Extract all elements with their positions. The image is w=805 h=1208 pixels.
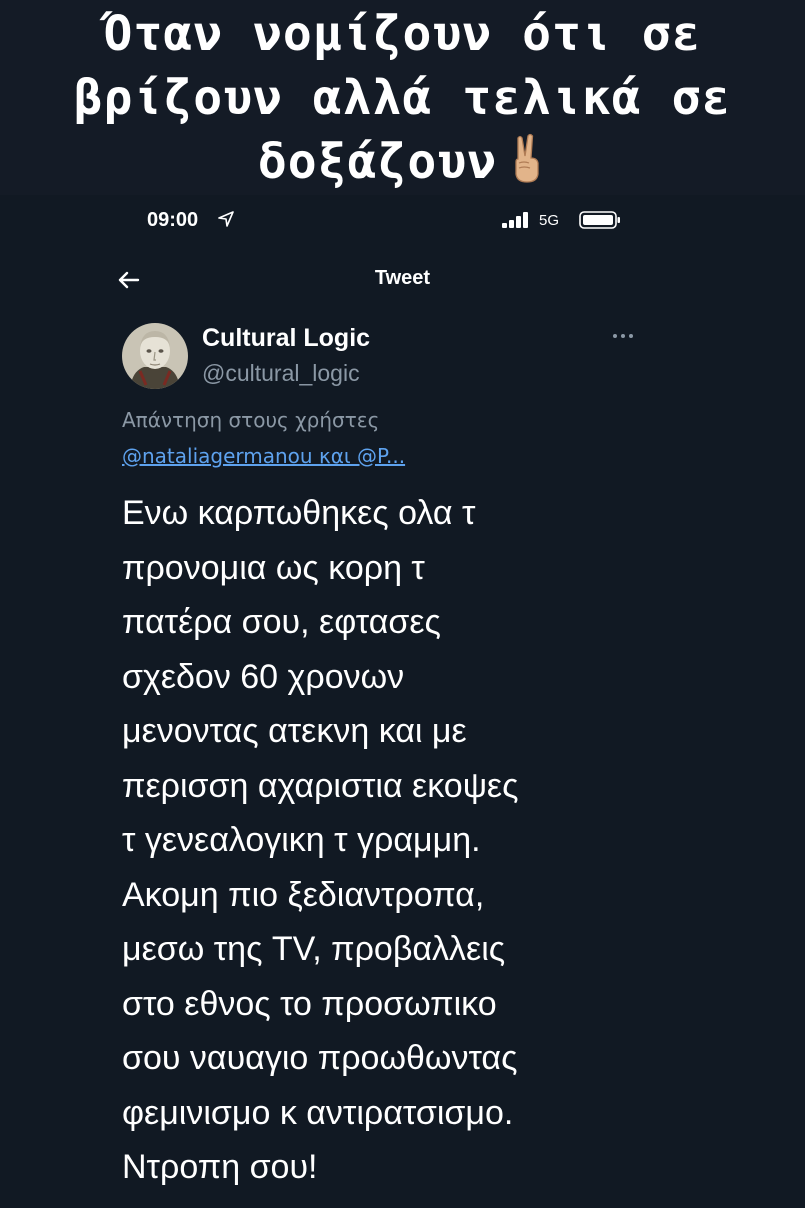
tweet-text: Ενω καρπωθηκες ολα τ προνομια ως κορη τ …	[122, 486, 682, 1195]
location-arrow-icon	[218, 211, 234, 227]
more-options-icon[interactable]	[606, 326, 640, 346]
tweet-text-line: Ντροπη σου!	[122, 1148, 318, 1186]
tweet-text-line: Ενω καρπωθηκες ολα τ	[122, 494, 476, 532]
tweet-text-line: φεμινισμο κ αντιρατσισμο.	[122, 1093, 514, 1132]
tweet-text-line: περισση αχαριστια εκοψες	[122, 766, 519, 805]
status-time: 09:00	[147, 209, 199, 231]
avatar[interactable]	[122, 323, 188, 389]
tweet-text-line: μεσω της TV, προβαλλεις	[122, 930, 506, 968]
cellular-signal-icon	[502, 212, 528, 228]
avatar-image	[122, 323, 188, 389]
caption-line-3: δοξάζουν	[0, 130, 805, 194]
victory-hand-emoji-icon	[515, 133, 539, 183]
status-bar: 09:00 5G	[0, 195, 805, 255]
phone-screenshot: 09:00 5G Tweet Cultural Logic @cultural_…	[0, 195, 805, 1208]
tweet-text-line: σχεδον 60 χρονων	[122, 657, 405, 696]
caption-line-3-text: δοξάζουν	[257, 134, 498, 190]
reply-to-label: Απάντηση στους χρήστες	[122, 408, 380, 432]
caption-line-2: βρίζουν αλλά τελικά σε	[73, 70, 732, 126]
tweet-text-line: πατέρα σου, εφτασες	[122, 603, 441, 641]
battery-icon	[579, 211, 620, 229]
author-handle[interactable]: @cultural_logic	[202, 360, 360, 387]
meme-caption: Όταν νομίζουν ότι σε βρίζουν αλλά τελικά…	[0, 0, 805, 195]
tweet-text-line: σου ναυαγιο προωθωντας	[122, 1039, 518, 1077]
tweet-text-line: μενοντας ατεκνη και με	[122, 712, 467, 750]
caption-line-1: Όταν νομίζουν ότι σε	[103, 6, 702, 62]
nav-bar: Tweet	[0, 255, 805, 305]
tweet-text-line: τ γενεαλογικη τ γραμμη.	[122, 821, 481, 859]
tweet-text-line: προνομια ως κορη τ	[122, 548, 425, 587]
author-name[interactable]: Cultural Logic	[202, 324, 370, 353]
reply-to-users-link[interactable]: @nataliagermanou και @P...	[122, 441, 405, 471]
network-type: 5G	[539, 212, 560, 229]
tweet-text-line: Ακομη πιο ξεδιαντροπα,	[122, 875, 485, 914]
tweet-text-line: στο εθνος το προσωπικο	[122, 984, 497, 1023]
page-title: Tweet	[374, 267, 431, 289]
